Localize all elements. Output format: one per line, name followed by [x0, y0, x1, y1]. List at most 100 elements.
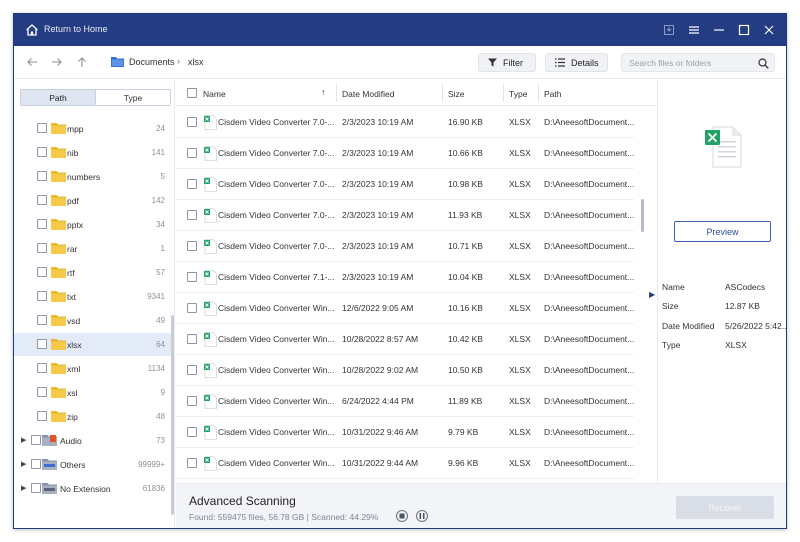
- select-all-checkbox[interactable]: [187, 88, 197, 98]
- sidebar-scrollbar[interactable]: [171, 315, 174, 515]
- sidebar-group-count: 61836: [142, 484, 165, 493]
- details-button[interactable]: Details: [545, 53, 608, 72]
- sidebar-item-pdf[interactable]: pdf 142: [14, 189, 172, 212]
- sidebar-group-audio[interactable]: ▶ Audio 73: [14, 429, 172, 452]
- sidebar-checkbox[interactable]: [37, 147, 47, 157]
- row-checkbox[interactable]: [187, 396, 197, 406]
- row-checkbox[interactable]: [187, 210, 197, 220]
- sidebar-checkbox[interactable]: [37, 243, 47, 253]
- forward-arrow-icon[interactable]: [50, 55, 64, 69]
- expand-arrow-icon[interactable]: ▶: [21, 484, 26, 492]
- search-box[interactable]: [621, 53, 775, 72]
- back-arrow-icon[interactable]: [25, 55, 39, 69]
- sidebar-item-xsl[interactable]: xsl 9: [14, 381, 172, 404]
- feedback-icon[interactable]: [661, 22, 677, 38]
- sidebar-item-xml[interactable]: xml 1134: [14, 357, 172, 380]
- column-type[interactable]: Type: [509, 89, 527, 99]
- cell-path: D:\AneesoftDocument...: [544, 365, 634, 375]
- sidebar-checkbox[interactable]: [37, 339, 47, 349]
- sort-up-icon[interactable]: ↑: [321, 87, 326, 97]
- row-checkbox[interactable]: [187, 427, 197, 437]
- row-checkbox[interactable]: [187, 334, 197, 344]
- sidebar-item-vsd[interactable]: vsd 49: [14, 309, 172, 332]
- sidebar-checkbox[interactable]: [31, 483, 41, 493]
- table-row[interactable]: Cisdem Video Converter 7.0-... 2/3/2023 1…: [176, 200, 634, 231]
- column-name[interactable]: Name: [203, 89, 226, 99]
- sidebar-item-count: 141: [151, 148, 165, 157]
- sidebar-item-xlsx[interactable]: xlsx 64: [14, 333, 172, 356]
- table-row[interactable]: Cisdem Video Converter 7.0-... 2/3/2023 1…: [176, 138, 634, 169]
- sidebar-item-zip[interactable]: zip 48: [14, 405, 172, 428]
- sidebar-item-mpp[interactable]: mpp 24: [14, 117, 172, 140]
- sidebar-item-nib[interactable]: nib 141: [14, 141, 172, 164]
- sidebar-item-txt[interactable]: txt 9341: [14, 285, 172, 308]
- table-row[interactable]: Cisdem Video Converter 7.0-... 2/3/2023 1…: [176, 231, 634, 262]
- table-row[interactable]: Cisdem Video Converter 7.0-... 2/3/2023 1…: [176, 107, 634, 138]
- table-row[interactable]: Cisdem Video Converter 7.1-... 2/3/2023 1…: [176, 262, 634, 293]
- sidebar-checkbox[interactable]: [37, 291, 47, 301]
- cell-type: XLSX: [509, 272, 531, 282]
- tab-type[interactable]: Type: [95, 90, 170, 105]
- tab-path[interactable]: Path: [21, 90, 95, 105]
- column-size[interactable]: Size: [448, 89, 465, 99]
- collapse-panel-icon[interactable]: ▶: [649, 290, 655, 299]
- sidebar-checkbox[interactable]: [37, 387, 47, 397]
- pause-icon[interactable]: [416, 510, 428, 522]
- sidebar-item-numbers[interactable]: numbers 5: [14, 165, 172, 188]
- maximize-icon[interactable]: [736, 22, 752, 38]
- minimize-icon[interactable]: [711, 22, 727, 38]
- table-row[interactable]: Cisdem Video Converter Win... 12/6/2022 9…: [176, 293, 634, 324]
- row-checkbox[interactable]: [187, 272, 197, 282]
- sidebar-item-rtf[interactable]: rtf 57: [14, 261, 172, 284]
- menu-icon[interactable]: [686, 22, 702, 38]
- column-date[interactable]: Date Modified: [342, 89, 394, 99]
- sidebar-item-pptx[interactable]: pptx 34: [14, 213, 172, 236]
- row-checkbox[interactable]: [187, 179, 197, 189]
- row-checkbox[interactable]: [187, 117, 197, 127]
- cell-date: 10/31/2022 9:46 AM: [342, 427, 419, 437]
- stop-icon[interactable]: [396, 510, 408, 522]
- row-checkbox[interactable]: [187, 241, 197, 251]
- sidebar-item-label: mpp: [67, 124, 84, 134]
- breadcrumb-xlsx[interactable]: xlsx: [188, 57, 204, 67]
- sidebar-item-rar[interactable]: rar 1: [14, 237, 172, 260]
- sidebar-checkbox[interactable]: [37, 123, 47, 133]
- expand-arrow-icon[interactable]: ▶: [21, 436, 26, 444]
- breadcrumb-documents[interactable]: Documents: [129, 57, 175, 67]
- sidebar-group-no-extension[interactable]: ▶ No Extension 61836: [14, 477, 172, 500]
- close-icon[interactable]: [761, 22, 777, 38]
- table-row[interactable]: Cisdem Video Converter Win... 10/31/2022 …: [176, 417, 634, 448]
- search-input[interactable]: [629, 57, 754, 69]
- table-row[interactable]: Cisdem Video Converter Win... 10/28/2022 …: [176, 355, 634, 386]
- sidebar-checkbox[interactable]: [37, 267, 47, 277]
- table-row[interactable]: Cisdem Video Converter Win... 6/24/2022 4…: [176, 386, 634, 417]
- sidebar-checkbox[interactable]: [31, 435, 41, 445]
- sidebar-checkbox[interactable]: [37, 219, 47, 229]
- sidebar-checkbox[interactable]: [37, 411, 47, 421]
- sidebar-checkbox[interactable]: [37, 363, 47, 373]
- table-row[interactable]: Cisdem Video Converter Win... 10/28/2022 …: [176, 324, 634, 355]
- return-home-link[interactable]: Return to Home: [44, 24, 108, 34]
- sidebar-checkbox[interactable]: [31, 459, 41, 469]
- row-checkbox[interactable]: [187, 303, 197, 313]
- table-row[interactable]: Cisdem Video Converter Win... 10/31/2022 …: [176, 448, 634, 479]
- file-list-scrollbar[interactable]: [641, 199, 644, 232]
- up-arrow-icon[interactable]: [75, 55, 89, 69]
- preview-button[interactable]: Preview: [674, 221, 771, 242]
- home-icon[interactable]: [25, 23, 39, 37]
- sidebar-group-others[interactable]: ▶ Others 99999+: [14, 453, 172, 476]
- row-checkbox[interactable]: [187, 365, 197, 375]
- column-path[interactable]: Path: [544, 89, 562, 99]
- sidebar-checkbox[interactable]: [37, 171, 47, 181]
- sidebar-checkbox[interactable]: [37, 315, 47, 325]
- recover-button[interactable]: Recover: [676, 496, 774, 519]
- filter-button[interactable]: Filter: [478, 53, 536, 72]
- table-row[interactable]: Cisdem Video Converter 7.0-... 2/3/2023 1…: [176, 169, 634, 200]
- row-checkbox[interactable]: [187, 458, 197, 468]
- expand-arrow-icon[interactable]: ▶: [21, 460, 26, 468]
- sidebar-checkbox[interactable]: [37, 195, 47, 205]
- row-checkbox[interactable]: [187, 148, 197, 158]
- cell-size: 11.93 KB: [448, 210, 483, 220]
- search-icon[interactable]: [758, 58, 769, 69]
- sidebar-item-count: 1: [160, 244, 165, 253]
